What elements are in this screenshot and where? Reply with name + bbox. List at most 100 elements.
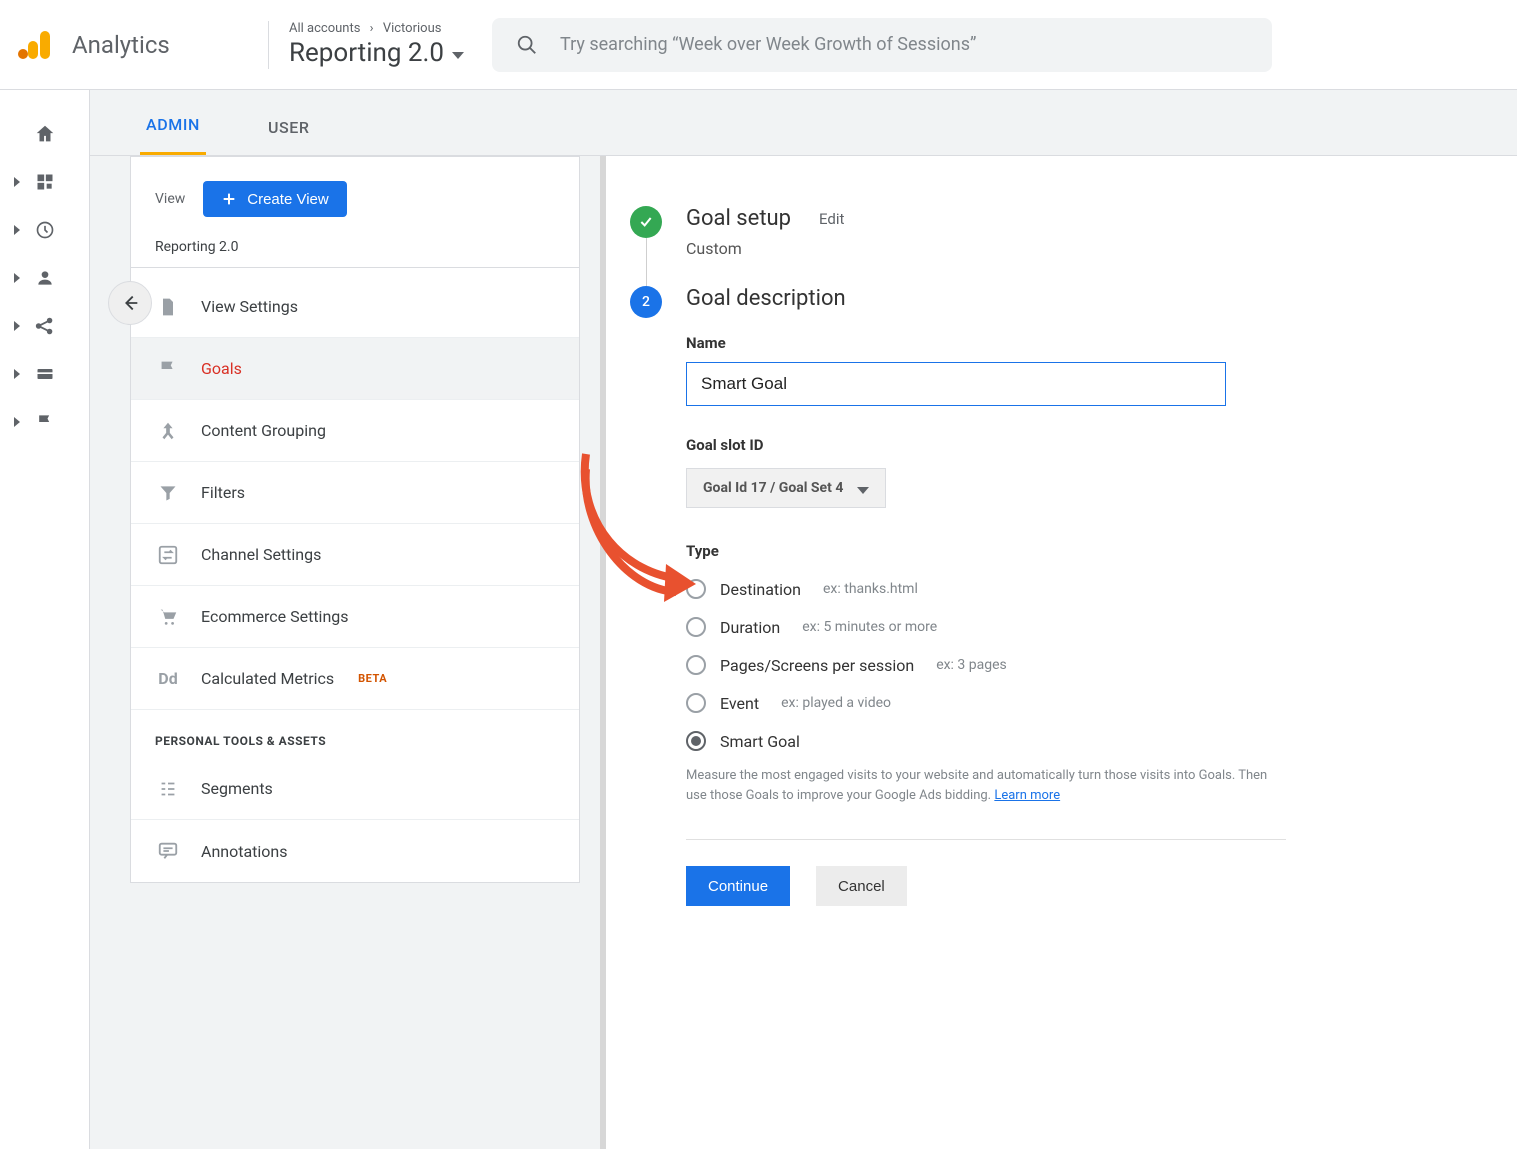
nav-label: Calculated Metrics	[201, 669, 334, 688]
card-icon	[35, 364, 55, 384]
top-header: Analytics All accounts › Victorious Repo…	[0, 0, 1517, 90]
radio-pages[interactable]: Pages/Screens per session ex: 3 pages	[686, 646, 1286, 684]
view-panel: View Create View Reporting 2.0 View Sett…	[130, 156, 580, 883]
left-rail	[0, 90, 90, 1149]
nav-label: View Settings	[201, 297, 298, 316]
goal-name-input[interactable]	[686, 362, 1226, 406]
arrow-left-icon	[119, 292, 141, 314]
radio-label: Duration	[720, 618, 780, 637]
step-number: 2	[630, 286, 662, 318]
page-icon	[155, 296, 181, 318]
rail-customization[interactable]	[0, 158, 89, 206]
flag-icon	[35, 412, 55, 432]
nav-channel-settings[interactable]: Channel Settings	[131, 524, 579, 586]
clock-icon	[35, 220, 55, 240]
plus-icon	[221, 191, 237, 207]
expand-icon	[14, 321, 20, 331]
beta-badge: BETA	[358, 672, 387, 685]
tab-user[interactable]: USER	[262, 118, 316, 155]
nav-calculated-metrics[interactable]: Dd Calculated Metrics BETA	[131, 648, 579, 710]
slot-label: Goal slot ID	[686, 436, 1286, 454]
section-heading: PERSONAL TOOLS & ASSETS	[131, 710, 579, 758]
breadcrumb-item: All accounts	[289, 21, 360, 36]
admin-tabs: ADMIN USER	[90, 90, 1517, 156]
tab-admin[interactable]: ADMIN	[140, 115, 206, 155]
analytics-logo-icon	[18, 27, 54, 63]
continue-button[interactable]: Continue	[686, 866, 790, 906]
rail-acquisition[interactable]	[0, 302, 89, 350]
nav-label: Filters	[201, 483, 245, 502]
chevron-down-icon	[452, 52, 464, 59]
radio-icon[interactable]	[686, 731, 706, 751]
back-button[interactable]	[108, 281, 152, 325]
share-icon	[34, 315, 56, 337]
smart-goal-description: Measure the most engaged visits to your …	[686, 766, 1286, 805]
rail-conversions[interactable]	[0, 398, 89, 446]
segments-icon	[155, 778, 181, 800]
radio-hint: ex: 3 pages	[936, 657, 1007, 673]
radio-hint: ex: thanks.html	[823, 581, 918, 597]
nav-filters[interactable]: Filters	[131, 462, 579, 524]
step-title: Goal setup	[686, 206, 791, 231]
annotation-arrow-icon	[566, 444, 706, 604]
nav-content-grouping[interactable]: Content Grouping	[131, 400, 579, 462]
type-label: Type	[686, 542, 1286, 560]
goal-slot-value: Goal Id 17 / Goal Set 4	[703, 480, 843, 496]
radio-hint: ex: 5 minutes or more	[802, 619, 937, 635]
radio-icon[interactable]	[686, 579, 706, 599]
radio-smart-goal[interactable]: Smart Goal	[686, 722, 1286, 760]
nav-label: Channel Settings	[201, 545, 321, 564]
nav-label: Goals	[201, 359, 242, 378]
cancel-button[interactable]: Cancel	[816, 866, 907, 906]
nav-goals[interactable]: Goals	[131, 338, 579, 400]
nav-ecommerce-settings[interactable]: Ecommerce Settings	[131, 586, 579, 648]
expand-icon	[14, 177, 20, 187]
divider	[268, 21, 269, 69]
view-name[interactable]: Reporting 2.0	[131, 233, 579, 268]
radio-label: Event	[720, 694, 759, 713]
funnel-icon	[155, 483, 181, 503]
goal-slot-select[interactable]: Goal Id 17 / Goal Set 4	[686, 468, 886, 508]
dd-icon: Dd	[155, 669, 181, 688]
rail-home[interactable]	[0, 110, 89, 158]
step-goal-setup: Goal setup Edit Custom	[616, 206, 1517, 258]
chevron-down-icon	[857, 487, 869, 494]
nav-annotations[interactable]: Annotations	[131, 820, 579, 882]
swap-icon	[155, 544, 181, 566]
person-icon	[35, 268, 55, 288]
step-goal-description: 2 Goal description	[616, 286, 1517, 318]
smart-desc-text: Measure the most engaged visits to your …	[686, 768, 1267, 803]
radio-label: Pages/Screens per session	[720, 656, 914, 675]
rail-realtime[interactable]	[0, 206, 89, 254]
rail-behavior[interactable]	[0, 350, 89, 398]
radio-icon[interactable]	[686, 693, 706, 713]
create-view-button[interactable]: Create View	[203, 181, 346, 217]
learn-more-link[interactable]: Learn more	[994, 788, 1060, 803]
rail-audience[interactable]	[0, 254, 89, 302]
account-title: Reporting 2.0	[289, 38, 444, 68]
home-icon	[34, 123, 56, 145]
chat-icon	[155, 840, 181, 862]
radio-duration[interactable]: Duration ex: 5 minutes or more	[686, 608, 1286, 646]
account-selector[interactable]: All accounts › Victorious Reporting 2.0	[289, 21, 464, 68]
radio-icon[interactable]	[686, 617, 706, 637]
nav-segments[interactable]: Segments	[131, 758, 579, 820]
edit-link[interactable]: Edit	[819, 210, 844, 228]
expand-icon	[14, 369, 20, 379]
radio-icon[interactable]	[686, 655, 706, 675]
search-bar[interactable]: Try searching “Week over Week Growth of …	[492, 18, 1272, 72]
nav-label: Ecommerce Settings	[201, 607, 349, 626]
expand-icon	[14, 417, 20, 427]
view-label: View	[155, 191, 185, 207]
cart-icon	[155, 606, 181, 628]
radio-destination[interactable]: Destination ex: thanks.html	[686, 570, 1286, 608]
logo-text: Analytics	[72, 31, 170, 59]
radio-event[interactable]: Event ex: played a video	[686, 684, 1286, 722]
radio-label: Smart Goal	[720, 732, 800, 751]
logo-block[interactable]: Analytics	[18, 27, 248, 63]
search-icon	[516, 34, 538, 56]
breadcrumb: All accounts › Victorious	[289, 21, 464, 36]
create-view-label: Create View	[247, 191, 328, 208]
step-subtitle: Custom	[686, 239, 844, 258]
nav-view-settings[interactable]: View Settings	[131, 276, 579, 338]
